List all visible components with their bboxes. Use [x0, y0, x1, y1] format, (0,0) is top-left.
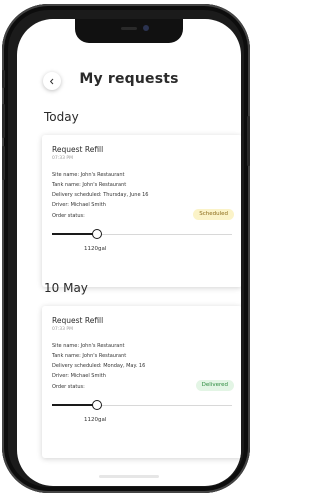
mute-switch: [2, 70, 5, 88]
tank-name: Tank name: John's Restaurant: [52, 182, 127, 188]
order-status-label: Order status:: [52, 384, 85, 390]
status-badge: Delivered: [195, 380, 234, 391]
power-button: [247, 116, 250, 166]
request-title: Request Refill: [52, 145, 104, 154]
tank-level-value: 1120gal: [84, 417, 107, 423]
screen: My requests Today Request Refill 07:33 P…: [17, 19, 241, 486]
site-name: Site name: John's Restaurant: [52, 343, 125, 349]
tank-level-fill: [52, 233, 97, 235]
notch: [75, 19, 183, 43]
tank-level-thumb[interactable]: [92, 229, 102, 239]
request-title: Request Refill: [52, 316, 104, 325]
page-title: My requests: [79, 71, 179, 87]
volume-down-button: [2, 146, 5, 180]
delivery-scheduled: Delivery scheduled: Monday, May. 16: [52, 363, 146, 369]
request-time: 07:33 PM: [52, 156, 73, 161]
site-name: Site name: John's Restaurant: [52, 172, 125, 178]
request-time: 07:33 PM: [52, 327, 73, 332]
delivery-scheduled: Delivery scheduled: Thursday, June 16: [52, 192, 149, 198]
speaker: [121, 27, 137, 30]
driver-name: Driver: Michael Smith: [52, 373, 106, 379]
request-card[interactable]: Request Refill 07:33 PM Site name: John'…: [42, 135, 241, 287]
request-card[interactable]: Request Refill 07:33 PM Site name: John'…: [42, 306, 241, 458]
volume-up-button: [2, 104, 5, 138]
order-status-label: Order status:: [52, 213, 85, 219]
tank-level-value: 1120gal: [84, 246, 107, 252]
phone-frame: My requests Today Request Refill 07:33 P…: [2, 4, 250, 493]
tank-name: Tank name: John's Restaurant: [52, 353, 127, 359]
section-heading-10-may: 10 May: [44, 281, 88, 295]
camera-icon: [143, 25, 149, 31]
driver-name: Driver: Michael Smith: [52, 202, 106, 208]
tank-level-thumb[interactable]: [92, 400, 102, 410]
home-indicator: [99, 475, 159, 478]
section-heading-today: Today: [44, 110, 79, 124]
tank-level-fill: [52, 404, 97, 406]
status-badge: Scheduled: [193, 209, 234, 220]
